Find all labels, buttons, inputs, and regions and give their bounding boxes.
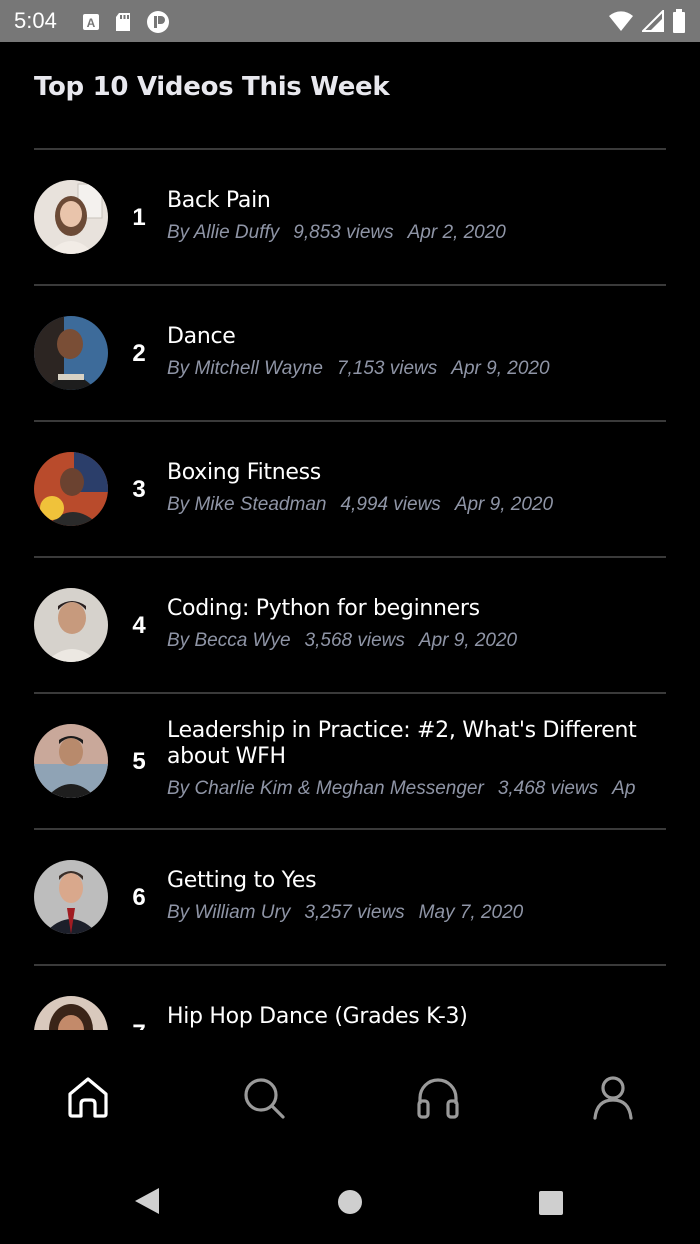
video-meta: By Charlie Kim & Meghan Messenger 3,468 v… (167, 778, 645, 800)
rank-number: 5 (132, 748, 146, 775)
video-author: By Mike Steadman (167, 494, 327, 515)
circle-home-icon (338, 1190, 362, 1214)
video-date: Apr 2, 2020 (407, 222, 506, 243)
video-date: Ap (612, 778, 636, 799)
video-views: 7,153 views (336, 358, 438, 379)
video-views: 9,853 views (293, 222, 394, 243)
bottom-nav (0, 1030, 700, 1160)
nav-search-button[interactable] (238, 1072, 288, 1122)
list-item[interactable]: 7 Hip Hop Dance (Grades K-3) (0, 966, 700, 1030)
avatar (34, 316, 108, 390)
video-info: Dance By Mitchell Wayne 7,153 views Apr 9,… (167, 324, 645, 380)
video-author: By Charlie Kim & Meghan Messenger (167, 778, 484, 799)
video-meta: By Mitchell Wayne 7,153 views Apr 9, 2020 (167, 358, 645, 380)
video-title: Boxing Fitness (167, 460, 321, 485)
video-meta: By Mike Steadman 4,994 views Apr 9, 2020 (167, 494, 645, 516)
rank-number: 3 (132, 476, 146, 503)
video-views: 4,994 views (340, 494, 441, 515)
system-status-icons (608, 9, 686, 33)
headphones-icon (417, 1078, 459, 1119)
avatar (34, 588, 108, 662)
video-views: 3,257 views (304, 902, 405, 923)
square-recents-icon (539, 1191, 563, 1215)
video-title: Dance (167, 324, 236, 349)
video-meta: By Allie Duffy 9,853 views Apr 2, 2020 (167, 222, 645, 244)
wifi-icon (609, 11, 633, 31)
recents-button[interactable] (538, 1190, 564, 1221)
svg-text:A: A (87, 16, 96, 30)
video-date: Apr 9, 2020 (418, 630, 518, 651)
status-time: 5:04 (14, 8, 57, 33)
video-author: By Allie Duffy (167, 222, 280, 243)
nav-home-button[interactable] (63, 1072, 113, 1122)
sd-card-icon (116, 13, 130, 31)
home-system-button[interactable] (337, 1189, 363, 1220)
nav-audio-button[interactable] (413, 1072, 463, 1122)
avatar (34, 452, 108, 526)
video-title: Leadership in Practice: #2, What's Diffe… (167, 718, 637, 769)
list-item[interactable]: 4 Coding: Python for beginners By Becca … (0, 558, 700, 694)
rank-number: 6 (132, 884, 146, 911)
video-title: Coding: Python for beginners (167, 596, 480, 621)
list-item[interactable]: 2 Dance By Mitchell Wayne 7,153 views Apr … (0, 286, 700, 422)
profile-icon (593, 1076, 633, 1120)
video-info: Coding: Python for beginners By Becca Wy… (167, 596, 645, 652)
video-author: By Becca Wye (167, 630, 291, 651)
video-date: May 7, 2020 (418, 902, 524, 923)
video-date: Apr 9, 2020 (451, 358, 550, 379)
list-item[interactable]: 6 Getting to Yes By William Ury 3,257 vie… (0, 830, 700, 966)
search-icon (244, 1078, 285, 1119)
notification-icons: A (82, 10, 170, 34)
video-author: By William Ury (167, 902, 291, 923)
system-nav-bar (0, 1160, 700, 1244)
video-author: By Mitchell Wayne (167, 358, 323, 379)
font-notification-icon: A (83, 14, 99, 30)
rank-number: 2 (132, 340, 146, 367)
avatar (34, 180, 108, 254)
back-icon (135, 1188, 159, 1214)
video-views: 3,568 views (304, 630, 405, 651)
avatar (34, 860, 108, 934)
battery-icon (673, 9, 685, 33)
rank-number: 1 (132, 204, 146, 231)
video-info: Leadership in Practice: #2, What's Diffe… (167, 718, 645, 800)
video-title: Hip Hop Dance (Grades K-3) (167, 1004, 468, 1029)
video-meta: By Becca Wye 3,568 views Apr 9, 2020 (167, 630, 645, 652)
video-info: Getting to Yes By William Ury 3,257 views… (167, 868, 645, 924)
status-bar: 5:04 A (0, 0, 700, 42)
video-info: Hip Hop Dance (Grades K-3) (167, 1004, 645, 1030)
list-item[interactable]: 5 Leadership in Practice: #2, What's Dif… (0, 694, 700, 830)
video-title: Back Pain (167, 188, 271, 213)
avatar (34, 996, 108, 1030)
app-notification-icon (147, 11, 169, 33)
video-info: Boxing Fitness By Mike Steadman 4,994 vie… (167, 460, 645, 516)
video-date: Apr 9, 2020 (454, 494, 554, 515)
page-title: Top 10 Videos This Week (34, 72, 390, 102)
list-item[interactable]: 3 Boxing Fitness By Mike Steadman 4,994 v… (0, 422, 700, 558)
list-item[interactable]: 1 Back Pain By Allie Duffy 9,853 views Apr… (0, 150, 700, 286)
video-list[interactable]: 1 Back Pain By Allie Duffy 9,853 views Apr… (0, 150, 700, 1030)
video-title: Getting to Yes (167, 868, 317, 893)
video-views: 3,468 views (497, 778, 599, 799)
home-icon (68, 1077, 108, 1118)
video-info: Back Pain By Allie Duffy 9,853 views Apr 2… (167, 188, 645, 244)
rank-number: 7 (128, 1020, 150, 1030)
nav-profile-button[interactable] (588, 1072, 638, 1122)
cellular-signal-icon (642, 10, 664, 32)
rank-number: 4 (132, 612, 146, 639)
avatar (34, 724, 108, 798)
back-button[interactable] (133, 1186, 161, 1221)
video-meta: By William Ury 3,257 views May 7, 2020 (167, 902, 645, 924)
